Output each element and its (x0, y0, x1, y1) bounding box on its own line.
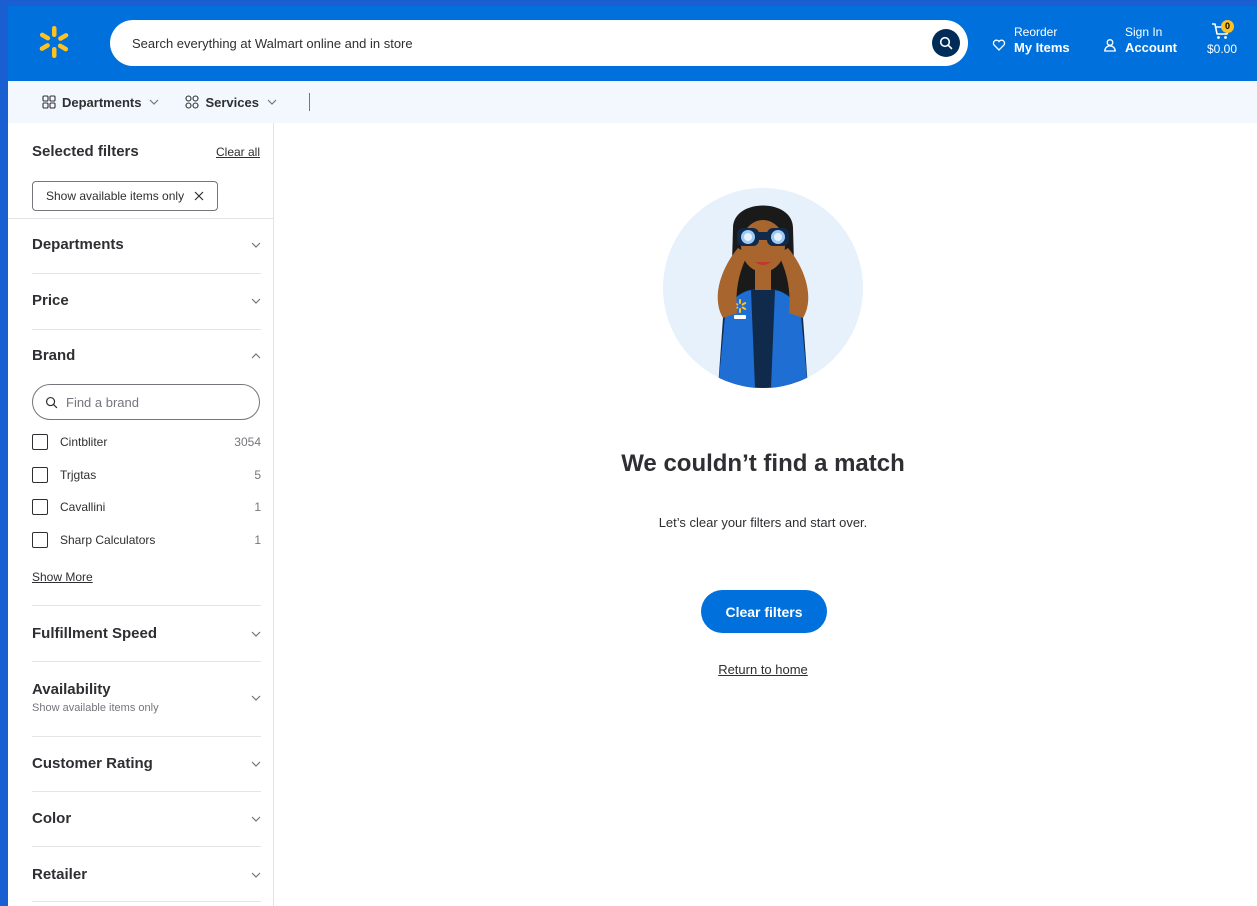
brand-search-input[interactable]: Find a brand (32, 384, 260, 420)
brand-option[interactable]: Cavallini 1 (32, 499, 261, 515)
associate-binoculars-illustration (663, 188, 863, 388)
divider (32, 329, 261, 330)
facet-brand[interactable]: Brand (32, 347, 261, 364)
facet-customer-rating[interactable]: Customer Rating (32, 755, 261, 772)
brand-count: 1 (254, 500, 261, 514)
brand-count: 1 (254, 533, 261, 547)
no-results-title: We couldn’t find a match (621, 450, 905, 477)
window-frame-left (0, 0, 8, 906)
facet-color[interactable]: Color (32, 810, 261, 827)
divider (32, 661, 261, 662)
divider (32, 791, 261, 792)
divider (32, 736, 261, 737)
facet-brand-label: Brand (32, 347, 76, 364)
facet-departments-label: Departments (32, 236, 124, 253)
sign-in-label: Sign In (1125, 25, 1163, 39)
brand-count: 5 (254, 468, 261, 482)
facet-fulfillment-label: Fulfillment Speed (32, 625, 158, 642)
services-label: Services (205, 94, 259, 110)
search-input[interactable] (132, 35, 912, 51)
brand-option[interactable]: Sharp Calculators 1 (32, 532, 261, 548)
brand-name: Trjgtas (60, 468, 97, 482)
cart-total: $0.00 (1207, 42, 1238, 56)
brand-name: Sharp Calculators (60, 533, 156, 547)
brand-checkbox[interactable] (32, 434, 48, 450)
services-menu[interactable]: Services (185, 95, 283, 110)
brand-option[interactable]: Cintbliter 3054 (32, 434, 261, 450)
divider (32, 846, 261, 847)
window-frame-top (0, 0, 1257, 6)
facet-price-label: Price (32, 292, 69, 309)
clear-filters-button[interactable]: Clear filters (701, 590, 827, 633)
brand-checkbox[interactable] (32, 499, 48, 515)
facet-availability-label: Availability (32, 681, 111, 698)
heart-icon (992, 39, 1006, 51)
divider (32, 605, 261, 606)
chevron-down-icon (251, 242, 261, 248)
facet-departments[interactable]: Departments (32, 236, 261, 253)
secondary-nav: Departments Services (0, 81, 1257, 123)
chevron-down-icon (251, 298, 261, 304)
facet-retailer-label: Retailer (32, 866, 88, 883)
facet-fulfillment-speed[interactable]: Fulfillment Speed (32, 625, 261, 642)
chevron-down-icon (267, 99, 277, 105)
nav-divider (308, 93, 310, 111)
brand-name: Cavallini (60, 500, 106, 514)
brand-name: Cintbliter (60, 435, 108, 449)
my-items-label: My Items (1014, 40, 1070, 55)
search-icon (45, 396, 58, 408)
selected-filters-title: Selected filters (32, 143, 139, 160)
chevron-down-icon (251, 631, 261, 637)
user-icon (1104, 39, 1116, 52)
departments-label: Departments (62, 94, 142, 110)
facet-price[interactable]: Price (32, 292, 261, 309)
sign-in-account-link[interactable]: Sign In Account (1103, 24, 1177, 56)
brand-count: 3054 (234, 435, 261, 449)
return-to-home-link[interactable]: Return to home (560, 662, 966, 677)
chevron-down-icon (251, 695, 261, 701)
services-grid-icon (185, 95, 200, 109)
facet-color-label: Color (32, 810, 72, 827)
filter-sidebar: Selected filters Clear all Show availabl… (8, 123, 274, 906)
facet-availability-sub: Show available items only (32, 702, 159, 714)
no-results-subtitle: Let’s clear your filters and start over. (658, 515, 868, 530)
search-button[interactable] (932, 29, 960, 57)
facet-availability-text: Availability Show available items only (32, 681, 159, 714)
chevron-up-icon (251, 352, 261, 358)
active-filter-chip[interactable]: Show available items only (32, 181, 218, 211)
top-header: Reorder My Items Sign In Account 0 $0.00 (0, 0, 1257, 81)
brand-option[interactable]: Trjgtas 5 (32, 467, 261, 483)
chevron-down-icon (251, 872, 261, 878)
divider (32, 901, 261, 902)
search-bar (110, 20, 968, 66)
brand-checkbox[interactable] (32, 532, 48, 548)
account-label: Account (1125, 40, 1177, 55)
search-icon (939, 36, 953, 50)
chevron-down-icon (251, 761, 261, 767)
cart-button[interactable]: 0 $0.00 (1207, 20, 1238, 56)
walmart-spark-icon[interactable] (36, 24, 72, 60)
clear-all-link[interactable]: Clear all (216, 145, 260, 159)
departments-menu[interactable]: Departments (42, 95, 165, 110)
chip-label: Show available items only (46, 189, 185, 203)
cart-count-badge: 0 (1221, 20, 1234, 33)
brand-checkbox[interactable] (32, 467, 48, 483)
chevron-down-icon (251, 816, 261, 822)
facet-rating-label: Customer Rating (32, 755, 153, 772)
facet-retailer[interactable]: Retailer (32, 866, 261, 883)
reorder-my-items-link[interactable]: Reorder My Items (992, 24, 1070, 56)
brand-search-placeholder: Find a brand (66, 394, 139, 410)
divider (32, 273, 261, 274)
show-more-link[interactable]: Show More (32, 570, 93, 584)
facet-availability[interactable]: Availability Show available items only (32, 681, 261, 714)
divider (8, 218, 274, 219)
grid-icon (42, 95, 56, 109)
close-icon[interactable] (194, 191, 204, 201)
reorder-label: Reorder (1014, 25, 1058, 39)
chevron-down-icon (150, 99, 159, 105)
